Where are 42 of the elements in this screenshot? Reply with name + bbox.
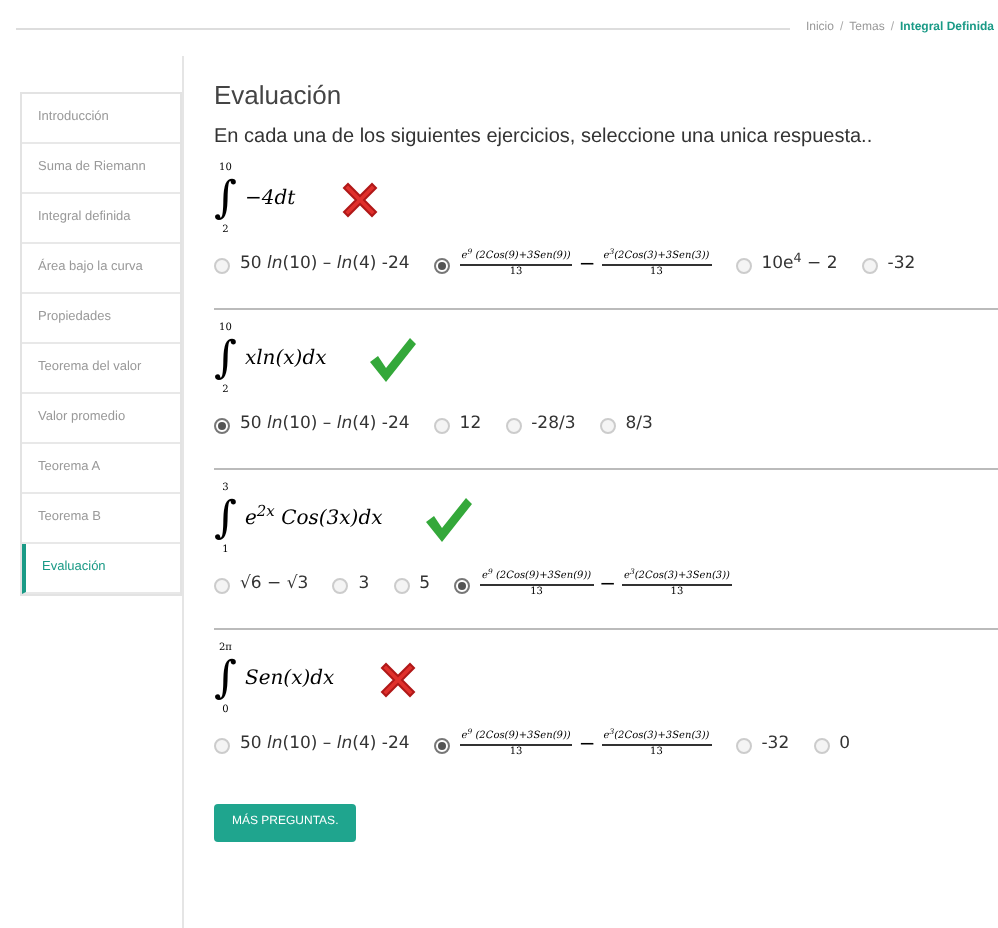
answer-option: -32 xyxy=(761,732,790,758)
answer-option: √6 − √3 xyxy=(240,572,309,598)
integrand: Sen(x)dx xyxy=(244,666,335,694)
radio-button[interactable] xyxy=(433,737,450,753)
answer-option: 8/3 xyxy=(625,412,653,438)
radio-button[interactable] xyxy=(735,257,752,273)
answer-option: 50 ln(10) – ln(4) -24 xyxy=(240,252,410,278)
integrand: xln(x)dx xyxy=(244,346,327,374)
radio-button[interactable] xyxy=(433,257,450,273)
radio-button[interactable] xyxy=(433,417,450,433)
answer-option: 10e$^{4}$ − 2 xyxy=(761,252,838,278)
integral-sign: ∫ xyxy=(214,653,237,704)
radio-button[interactable] xyxy=(454,577,471,593)
radio-button[interactable] xyxy=(861,257,878,273)
integral-sign: ∫ xyxy=(214,333,237,384)
integral-sign: ∫ xyxy=(214,493,237,544)
answer-option: 12 xyxy=(459,412,482,438)
answer-option: -28/3 xyxy=(531,412,576,438)
instructions-text: En cada una de los siguientes ejercicios, seleccione una unica respuesta.. xyxy=(214,123,875,151)
radio-button[interactable] xyxy=(735,737,752,753)
radio-button[interactable] xyxy=(214,577,230,593)
radio-button[interactable] xyxy=(214,417,230,433)
radio-button[interactable] xyxy=(813,737,830,753)
minus-sign: − xyxy=(578,732,596,760)
radio-button[interactable] xyxy=(332,577,349,593)
radio-button[interactable] xyxy=(393,577,410,593)
integrand: e$^{2x}$ Cos(3x)dx xyxy=(244,504,383,534)
radio-button[interactable] xyxy=(599,417,616,433)
answer-option: -32 xyxy=(887,252,916,278)
answer-option: 50 ln(10) – ln(4) -24 xyxy=(240,412,410,438)
radio-button[interactable] xyxy=(214,737,230,753)
minus-sign: − xyxy=(578,252,596,280)
answer-option: 5 xyxy=(419,572,431,598)
integrand: −4dt xyxy=(244,186,296,214)
page-title: Evaluación xyxy=(214,78,344,114)
radio-button[interactable] xyxy=(505,417,522,433)
minus-sign: − xyxy=(599,572,616,600)
answer-option: 50 ln(10) – ln(4) -24 xyxy=(240,732,410,758)
integral-sign: ∫ xyxy=(214,173,237,224)
answer-option: 3 xyxy=(358,572,370,598)
answer-option: 0 xyxy=(839,732,851,758)
radio-button[interactable] xyxy=(214,257,230,273)
